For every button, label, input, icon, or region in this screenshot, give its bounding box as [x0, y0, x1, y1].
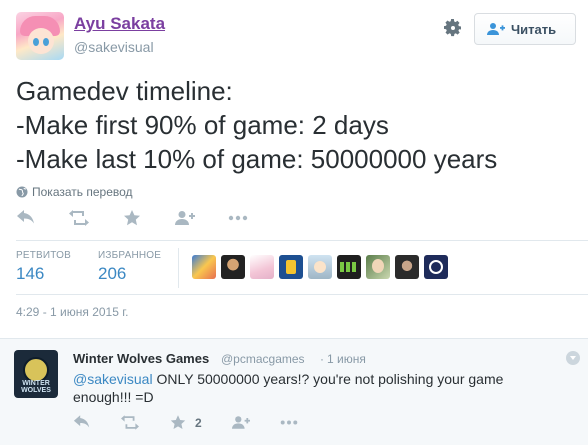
tweet-text-line: Gamedev timeline:	[16, 76, 233, 106]
avatar-eye	[43, 38, 49, 46]
favoriter-avatar[interactable]	[192, 255, 216, 279]
reply-favorite-count: 2	[195, 415, 202, 430]
avatar-eye	[33, 38, 39, 46]
tweet-card: Ayu Sakata @sakevisual Читать Gamedev ti…	[0, 0, 588, 337]
avatar[interactable]	[16, 12, 64, 60]
favoriter-avatar[interactable]	[424, 255, 448, 279]
reply-author-handle[interactable]: @pcmacgames	[221, 352, 305, 366]
more-icon[interactable]	[228, 210, 248, 226]
follow-user-icon[interactable]	[175, 210, 195, 226]
tweet-actions	[16, 207, 281, 229]
favoriter-avatar[interactable]	[337, 255, 361, 279]
reply-author-name[interactable]: Winter Wolves Games	[73, 351, 209, 366]
favoriter-avatars	[192, 255, 453, 279]
divider	[16, 294, 588, 295]
favoriter-avatar[interactable]	[366, 255, 390, 279]
retweet-icon[interactable]	[121, 415, 139, 430]
follow-button-label: Читать	[511, 21, 557, 37]
gear-icon[interactable]	[443, 18, 463, 38]
favorites-count: 206	[98, 264, 127, 283]
reply-avatar[interactable]: WINTER WOLVES	[14, 350, 58, 398]
favorites-stat[interactable]: ИЗБРАННОЕ 206	[98, 250, 188, 284]
follow-button[interactable]: Читать	[474, 13, 576, 45]
author-handle[interactable]: @sakevisual	[74, 39, 154, 55]
favoriter-avatar[interactable]	[250, 255, 274, 279]
favoriter-avatar[interactable]	[279, 255, 303, 279]
reply-separator: ·	[320, 352, 324, 366]
reply-icon[interactable]	[73, 415, 91, 430]
author-name-link[interactable]: Ayu Sakata	[74, 14, 165, 34]
tweet-text: Gamedev timeline: -Make first 90% of game…	[16, 74, 497, 176]
favoriter-avatar[interactable]	[308, 255, 332, 279]
tweet-timestamp[interactable]: 4:29 - 1 июня 2015 г.	[16, 305, 128, 319]
favorites-label: ИЗБРАННОЕ	[98, 250, 162, 261]
reply-tweet[interactable]: WINTER WOLVES Winter Wolves Games @pcmac…	[0, 338, 588, 445]
favorite-star-icon[interactable]	[122, 210, 142, 226]
retweets-label: РЕТВИТОВ	[16, 250, 72, 261]
translate-link[interactable]: Показать перевод	[16, 185, 133, 199]
favoriter-avatar[interactable]	[395, 255, 419, 279]
retweet-icon[interactable]	[69, 210, 89, 226]
favoriter-avatar[interactable]	[221, 255, 245, 279]
reply-actions: 2	[73, 415, 328, 430]
favorite-star-icon[interactable]	[169, 415, 187, 430]
tweet-text-line: -Make last 10% of game: 50000000 years	[16, 144, 498, 174]
divider	[16, 240, 588, 241]
retweets-count: 146	[16, 264, 45, 283]
more-icon[interactable]	[280, 415, 298, 430]
stats-separator	[178, 248, 179, 288]
reply-text: @sakevisual ONLY 50000000 years!? you're…	[73, 370, 553, 406]
follow-user-icon	[487, 22, 505, 36]
mention-link[interactable]: @sakevisual	[73, 371, 153, 387]
avatar-face	[28, 28, 54, 54]
chevron-down-icon[interactable]	[566, 351, 580, 365]
translate-label: Показать перевод	[32, 185, 133, 199]
tweet-text-line: -Make first 90% of game: 2 days	[16, 110, 389, 140]
retweets-stat[interactable]: РЕТВИТОВ 146	[16, 250, 96, 284]
follow-user-icon[interactable]	[231, 415, 250, 430]
reply-icon[interactable]	[16, 210, 36, 226]
reply-avatar-text: WINTER WOLVES	[21, 380, 51, 394]
globe-icon	[16, 186, 28, 198]
reply-timestamp[interactable]: 1 июня	[327, 352, 366, 366]
